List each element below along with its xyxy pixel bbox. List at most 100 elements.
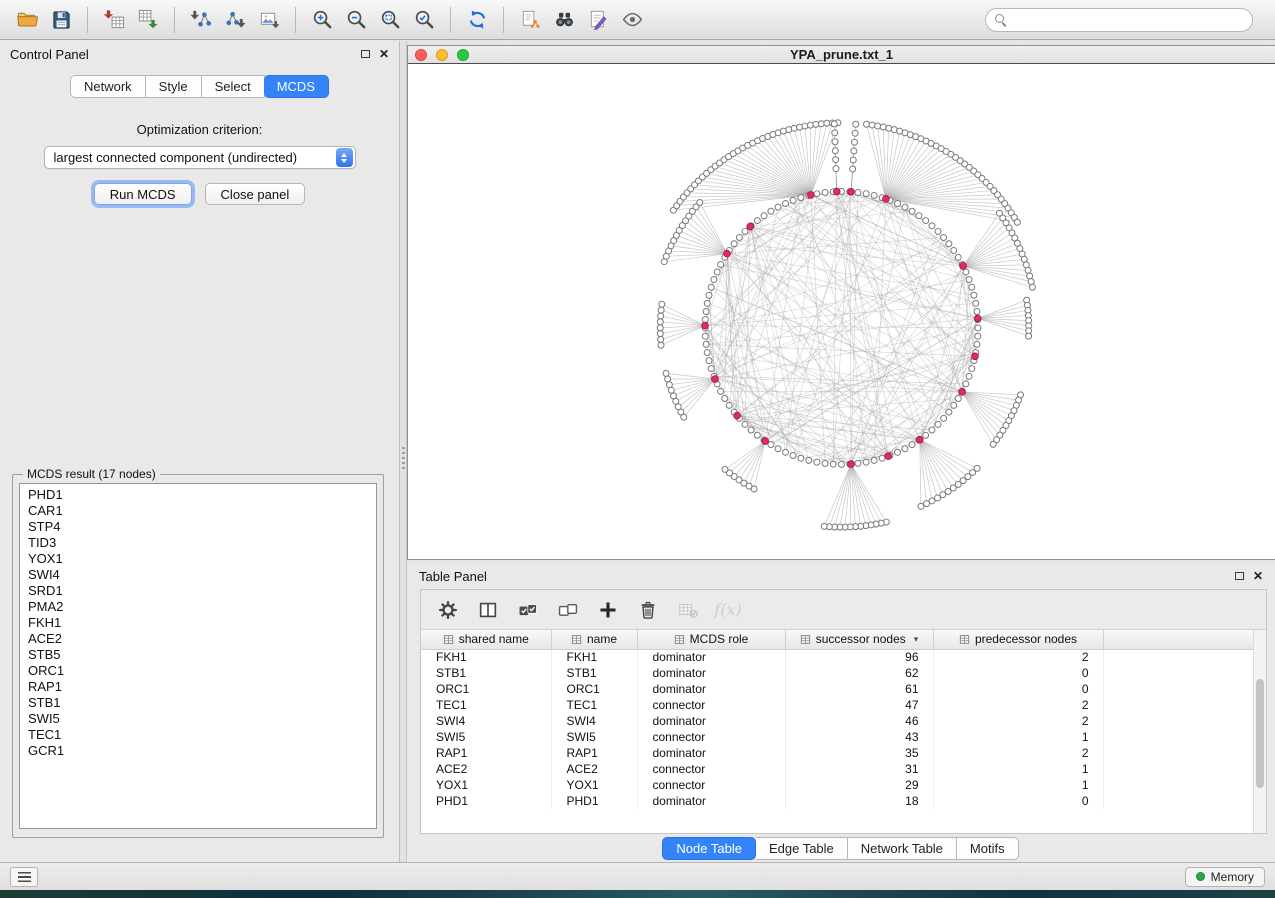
cell-successors[interactable]: 61 bbox=[785, 681, 933, 697]
cell-successors[interactable]: 18 bbox=[785, 793, 933, 809]
optimization-criterion-select[interactable]: largest connected component (undirected) bbox=[44, 146, 356, 169]
mcds-result-item[interactable]: SRD1 bbox=[20, 583, 376, 599]
window-minimize-icon[interactable] bbox=[436, 49, 448, 61]
tab-select[interactable]: Select bbox=[202, 75, 265, 98]
cell-shared_name[interactable]: RAP1 bbox=[421, 745, 551, 761]
cell-predecessors[interactable]: 0 bbox=[933, 665, 1103, 681]
mcds-result-item[interactable]: CAR1 bbox=[20, 503, 376, 519]
mcds-result-list[interactable]: PHD1CAR1STP4TID3YOX1SWI4SRD1PMA2FKH1ACE2… bbox=[19, 483, 377, 829]
eye-icon[interactable] bbox=[617, 5, 647, 35]
mcds-result-item[interactable]: TID3 bbox=[20, 535, 376, 551]
clone-document-icon[interactable] bbox=[515, 5, 545, 35]
cell-shared_name[interactable]: PHD1 bbox=[421, 793, 551, 809]
save-icon[interactable] bbox=[46, 5, 76, 35]
cell-successors[interactable]: 47 bbox=[785, 697, 933, 713]
cell-role[interactable]: dominator bbox=[637, 793, 785, 809]
mcds-result-item[interactable]: STP4 bbox=[20, 519, 376, 535]
cell-successors[interactable]: 96 bbox=[785, 649, 933, 665]
cell-role[interactable]: dominator bbox=[637, 713, 785, 729]
mcds-result-item[interactable]: RAP1 bbox=[20, 679, 376, 695]
column-header-successors[interactable]: successor nodes▾ bbox=[785, 630, 933, 649]
cell-name[interactable]: FKH1 bbox=[551, 649, 637, 665]
cell-predecessors[interactable]: 2 bbox=[933, 713, 1103, 729]
table-scrollbar[interactable] bbox=[1253, 630, 1266, 833]
cell-shared_name[interactable]: TEC1 bbox=[421, 697, 551, 713]
cell-role[interactable]: dominator bbox=[637, 649, 785, 665]
cell-successors[interactable]: 46 bbox=[785, 713, 933, 729]
zoom-out-icon[interactable] bbox=[341, 5, 371, 35]
add-row-icon[interactable] bbox=[593, 595, 623, 625]
cell-successors[interactable]: 43 bbox=[785, 729, 933, 745]
table-row[interactable]: SWI5SWI5connector431 bbox=[421, 729, 1253, 745]
zoom-fit-icon[interactable] bbox=[375, 5, 405, 35]
close-panel-icon[interactable]: ✕ bbox=[379, 48, 389, 60]
float-panel-icon[interactable] bbox=[361, 50, 370, 58]
mcds-result-item[interactable]: SWI5 bbox=[20, 711, 376, 727]
cell-role[interactable]: connector bbox=[637, 729, 785, 745]
search-input[interactable] bbox=[1013, 12, 1243, 27]
cell-predecessors[interactable]: 0 bbox=[933, 793, 1103, 809]
mcds-result-item[interactable]: STB5 bbox=[20, 647, 376, 663]
cell-name[interactable]: RAP1 bbox=[551, 745, 637, 761]
table-row[interactable]: ACE2ACE2connector311 bbox=[421, 761, 1253, 777]
table-row[interactable]: STB1STB1dominator620 bbox=[421, 665, 1253, 681]
cell-predecessors[interactable]: 2 bbox=[933, 697, 1103, 713]
table-row[interactable]: SWI4SWI4dominator462 bbox=[421, 713, 1253, 729]
tab-network-table[interactable]: Network Table bbox=[848, 837, 957, 860]
tab-mcds[interactable]: MCDS bbox=[264, 75, 329, 98]
panel-splitter[interactable] bbox=[400, 41, 407, 862]
table-row[interactable]: YOX1YOX1connector291 bbox=[421, 777, 1253, 793]
run-mcds-button[interactable]: Run MCDS bbox=[94, 183, 192, 205]
mcds-result-item[interactable]: FKH1 bbox=[20, 615, 376, 631]
binoculars-icon[interactable] bbox=[549, 5, 579, 35]
network-graph[interactable] bbox=[408, 64, 1275, 559]
window-maximize-icon[interactable] bbox=[457, 49, 469, 61]
cell-shared_name[interactable]: FKH1 bbox=[421, 649, 551, 665]
cell-role[interactable]: dominator bbox=[637, 745, 785, 761]
mcds-result-item[interactable]: PMA2 bbox=[20, 599, 376, 615]
cell-predecessors[interactable]: 1 bbox=[933, 761, 1103, 777]
cell-name[interactable]: PHD1 bbox=[551, 793, 637, 809]
export-table-icon[interactable] bbox=[133, 5, 163, 35]
cell-shared_name[interactable]: ACE2 bbox=[421, 761, 551, 777]
refresh-network-icon[interactable] bbox=[462, 5, 492, 35]
network-canvas[interactable] bbox=[408, 64, 1275, 559]
cell-predecessors[interactable]: 1 bbox=[933, 777, 1103, 793]
mcds-result-item[interactable]: PHD1 bbox=[20, 487, 376, 503]
cell-name[interactable]: SWI4 bbox=[551, 713, 637, 729]
cell-role[interactable]: dominator bbox=[637, 681, 785, 697]
mcds-result-item[interactable]: GCR1 bbox=[20, 743, 376, 759]
mcds-result-item[interactable]: SWI4 bbox=[20, 567, 376, 583]
cell-role[interactable]: connector bbox=[637, 777, 785, 793]
deselect-all-icon[interactable] bbox=[553, 595, 583, 625]
gear-icon[interactable] bbox=[433, 595, 463, 625]
cell-shared_name[interactable]: YOX1 bbox=[421, 777, 551, 793]
open-folder-icon[interactable] bbox=[12, 5, 42, 35]
cell-successors[interactable]: 29 bbox=[785, 777, 933, 793]
mcds-result-item[interactable]: TEC1 bbox=[20, 727, 376, 743]
cell-predecessors[interactable]: 1 bbox=[933, 729, 1103, 745]
cell-successors[interactable]: 62 bbox=[785, 665, 933, 681]
annotation-icon[interactable] bbox=[583, 5, 613, 35]
tab-edge-table[interactable]: Edge Table bbox=[756, 837, 848, 860]
export-image-icon[interactable] bbox=[254, 5, 284, 35]
export-network-icon[interactable] bbox=[220, 5, 250, 35]
cell-name[interactable]: ORC1 bbox=[551, 681, 637, 697]
float-table-panel-icon[interactable] bbox=[1235, 572, 1244, 580]
search-box[interactable] bbox=[985, 8, 1253, 32]
cell-predecessors[interactable]: 2 bbox=[933, 649, 1103, 665]
mcds-result-item[interactable]: STB1 bbox=[20, 695, 376, 711]
table-row[interactable]: ORC1ORC1dominator610 bbox=[421, 681, 1253, 697]
cell-shared_name[interactable]: STB1 bbox=[421, 665, 551, 681]
close-panel-button[interactable]: Close panel bbox=[205, 183, 306, 205]
cell-predecessors[interactable]: 2 bbox=[933, 745, 1103, 761]
import-table-icon[interactable] bbox=[99, 5, 129, 35]
cell-role[interactable]: connector bbox=[637, 697, 785, 713]
cell-predecessors[interactable]: 0 bbox=[933, 681, 1103, 697]
import-network-icon[interactable] bbox=[186, 5, 216, 35]
mcds-result-item[interactable]: ACE2 bbox=[20, 631, 376, 647]
zoom-selected-icon[interactable] bbox=[409, 5, 439, 35]
cell-name[interactable]: SWI5 bbox=[551, 729, 637, 745]
table-row[interactable]: FKH1FKH1dominator962 bbox=[421, 649, 1253, 665]
status-menu-button[interactable] bbox=[10, 867, 38, 887]
